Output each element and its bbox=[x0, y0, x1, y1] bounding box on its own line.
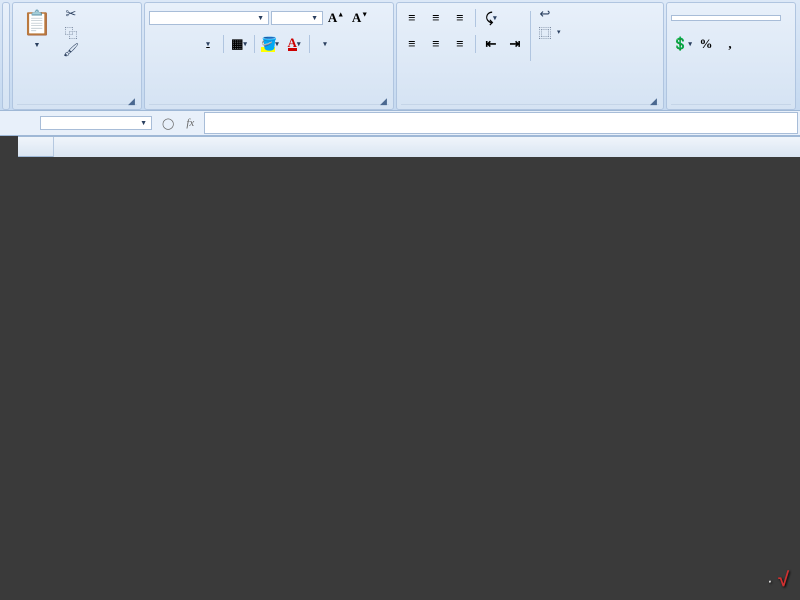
chevron-down-icon: ▾ bbox=[297, 40, 301, 48]
font-color-icon: A bbox=[288, 38, 297, 51]
underline-button[interactable]: ▾ bbox=[197, 33, 219, 55]
font-name-select[interactable]: ▼ bbox=[149, 11, 269, 25]
chevron-down-icon: ▾ bbox=[243, 40, 247, 48]
wrap-text-button[interactable]: ↩ bbox=[535, 5, 563, 23]
chevron-down-icon: ▾ bbox=[275, 40, 279, 48]
percent-icon: % bbox=[700, 36, 713, 52]
watermark: · √ bbox=[767, 569, 788, 592]
align-center-icon: ≡ bbox=[432, 36, 439, 52]
align-bottom-button[interactable]: ≡ bbox=[449, 7, 471, 29]
select-all-corner[interactable] bbox=[18, 137, 54, 157]
dialog-launcher-icon[interactable]: ◢ bbox=[380, 96, 390, 106]
align-left-icon: ≡ bbox=[408, 36, 415, 52]
decrease-indent-icon: ⇤ bbox=[486, 36, 497, 52]
decrease-font-button[interactable]: A▼ bbox=[349, 7, 371, 29]
merge-center-button[interactable]: ⿴▾ bbox=[535, 23, 563, 41]
merge-icon: ⿴ bbox=[537, 24, 553, 40]
align-top-button[interactable]: ≡ bbox=[401, 7, 423, 29]
name-box[interactable]: ▼ bbox=[40, 116, 152, 130]
clipboard-label bbox=[17, 104, 137, 109]
align-middle-icon: ≡ bbox=[432, 10, 439, 26]
fx-icon[interactable]: fx bbox=[186, 117, 194, 129]
font-label bbox=[149, 104, 389, 109]
cut-icon: ✂ bbox=[63, 6, 79, 22]
copy-button[interactable]: ⿻ bbox=[61, 23, 83, 41]
increase-font-button[interactable]: A▲ bbox=[325, 7, 347, 29]
align-center-button[interactable]: ≡ bbox=[425, 33, 447, 55]
align-right-icon: ≡ bbox=[456, 36, 463, 52]
ribbon-group-align: ≡ ≡ ≡ ⤹▾ ≡ ≡ ≡ ⇤ ⇥ ↩ ⿴▾ bbox=[396, 2, 664, 110]
fill-color-icon: 🪣 bbox=[261, 36, 275, 52]
formula-bar: ▼ ◯ fx bbox=[0, 111, 800, 136]
comma-button[interactable]: , bbox=[719, 33, 741, 55]
chevron-down-icon: ▾ bbox=[688, 40, 692, 48]
format-painter-icon: 🖌 bbox=[63, 42, 79, 58]
chevron-down-icon: ▼ bbox=[311, 14, 318, 22]
fill-color-button[interactable]: 🪣▾ bbox=[259, 33, 281, 55]
fx-circle-icon[interactable]: ◯ bbox=[162, 117, 174, 130]
border-icon: ▦ bbox=[231, 36, 243, 52]
copy-icon: ⿻ bbox=[63, 24, 79, 40]
align-middle-button[interactable]: ≡ bbox=[425, 7, 447, 29]
currency-button[interactable]: 💲▾ bbox=[671, 33, 693, 55]
chevron-down-icon: ▾ bbox=[493, 14, 497, 22]
decrease-font-icon: A▼ bbox=[352, 10, 368, 26]
wrap-text-icon: ↩ bbox=[537, 6, 553, 22]
paste-button[interactable]: 📋 ▼ bbox=[17, 5, 57, 51]
check-icon: √ bbox=[777, 569, 788, 591]
align-top-icon: ≡ bbox=[408, 10, 415, 26]
align-bottom-icon: ≡ bbox=[456, 10, 463, 26]
font-color-button[interactable]: A▾ bbox=[283, 33, 305, 55]
ribbon: 📋 ▼ ✂ ⿻ 🖌 ◢ ▼ ▼ A▲ A▼ bbox=[0, 0, 800, 111]
chevron-down-icon: ▾ bbox=[206, 40, 210, 48]
formula-buttons: ◯ fx bbox=[154, 117, 202, 130]
ribbon-group-font: ▼ ▼ A▲ A▼ ▾ ▦▾ 🪣▾ A▾ ▾ bbox=[144, 2, 394, 110]
align-label bbox=[401, 104, 659, 109]
worksheet[interactable] bbox=[18, 136, 800, 157]
ribbon-group-number: 💲▾ % , bbox=[666, 2, 796, 110]
increase-indent-button[interactable]: ⇥ bbox=[504, 33, 526, 55]
dialog-launcher-icon[interactable]: ◢ bbox=[650, 96, 660, 106]
bold-button[interactable] bbox=[149, 33, 171, 55]
number-format-select[interactable] bbox=[671, 15, 781, 21]
chevron-down-icon: ▼ bbox=[257, 14, 264, 22]
paste-icon: 📋 bbox=[21, 7, 53, 39]
orientation-icon: ⤹ bbox=[485, 10, 493, 26]
number-label bbox=[671, 104, 791, 109]
phonetic-button[interactable]: ▾ bbox=[314, 33, 336, 55]
format-painter-button[interactable]: 🖌 bbox=[61, 41, 83, 59]
ribbon-edge bbox=[2, 2, 10, 110]
orientation-button[interactable]: ⤹▾ bbox=[480, 7, 502, 29]
chevron-down-icon: ▼ bbox=[34, 41, 41, 49]
border-button[interactable]: ▦▾ bbox=[228, 33, 250, 55]
cut-button[interactable]: ✂ bbox=[61, 5, 83, 23]
ribbon-group-clipboard: 📋 ▼ ✂ ⿻ 🖌 ◢ bbox=[12, 2, 142, 110]
font-size-select[interactable]: ▼ bbox=[271, 11, 323, 25]
align-left-button[interactable]: ≡ bbox=[401, 33, 423, 55]
chevron-down-icon: ▼ bbox=[140, 119, 147, 127]
dialog-launcher-icon[interactable]: ◢ bbox=[128, 96, 138, 106]
chevron-down-icon: ▾ bbox=[557, 28, 561, 36]
currency-icon: 💲 bbox=[672, 36, 688, 52]
increase-font-icon: A▲ bbox=[328, 10, 344, 26]
column-headers bbox=[18, 136, 800, 157]
formula-input[interactable] bbox=[204, 112, 798, 134]
percent-button[interactable]: % bbox=[695, 33, 717, 55]
sheet-area bbox=[0, 136, 800, 157]
increase-indent-icon: ⇥ bbox=[510, 36, 521, 52]
decrease-indent-button[interactable]: ⇤ bbox=[480, 33, 502, 55]
chevron-down-icon: ▾ bbox=[323, 40, 327, 48]
align-right-button[interactable]: ≡ bbox=[449, 33, 471, 55]
italic-button[interactable] bbox=[173, 33, 195, 55]
comma-icon: , bbox=[728, 36, 731, 52]
